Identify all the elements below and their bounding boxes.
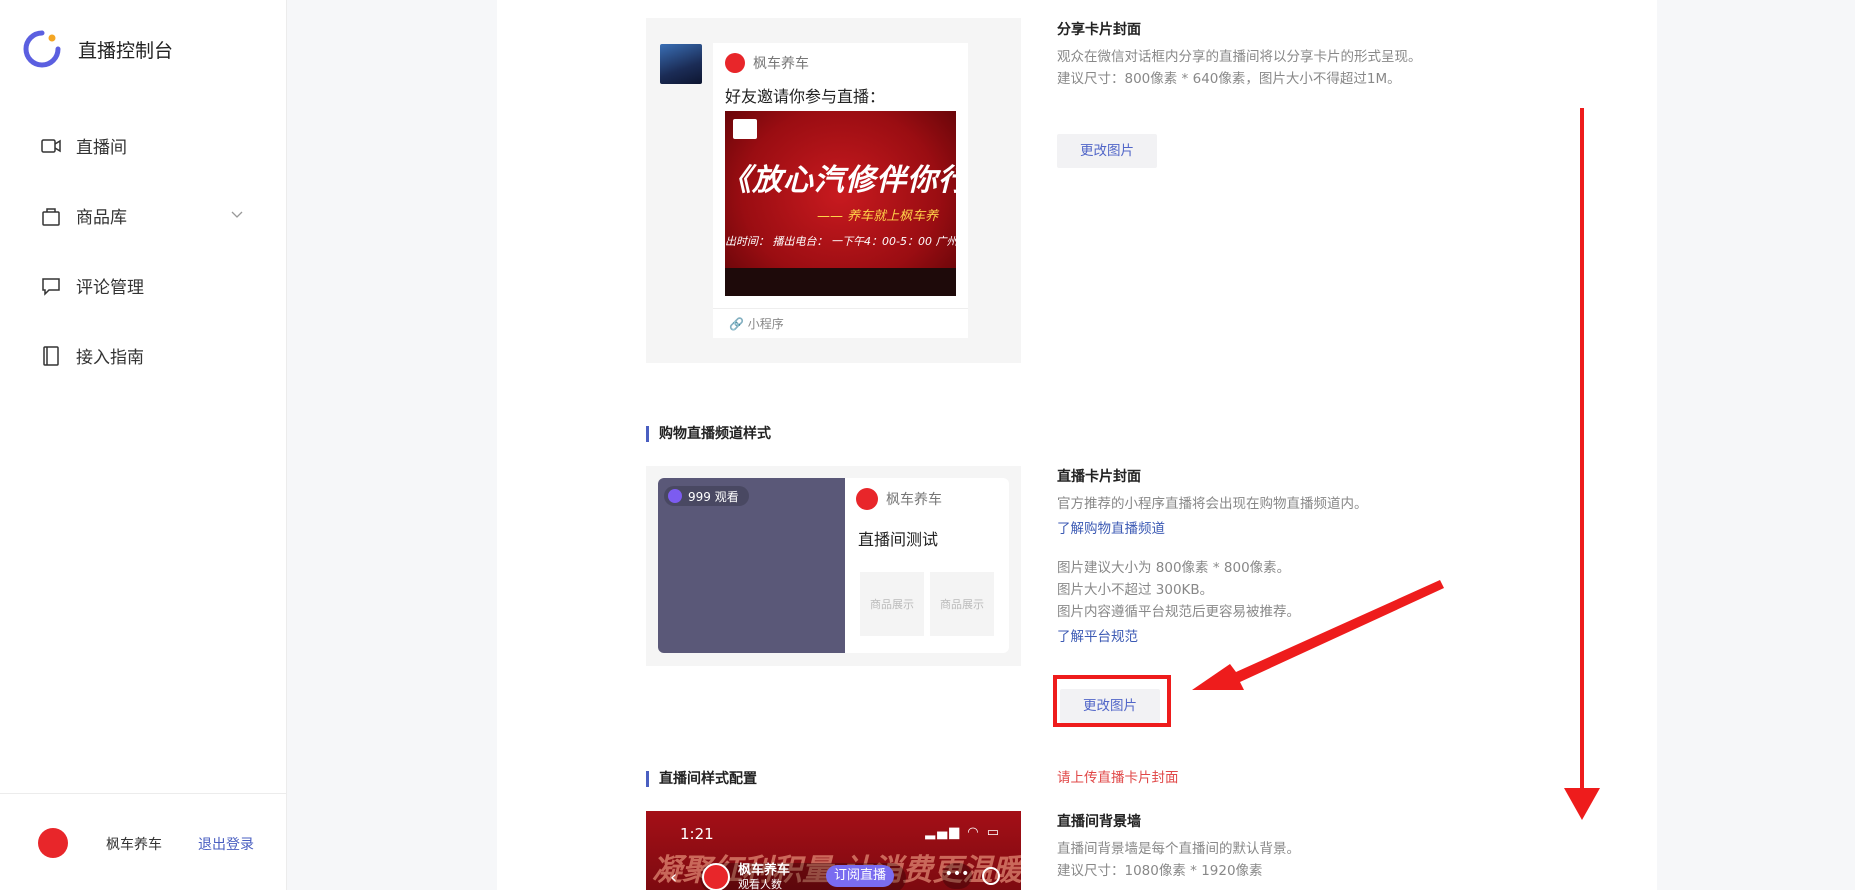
error-message: 请上传直播卡片封面: [1057, 770, 1179, 786]
change-share-image-button[interactable]: 更改图片: [1057, 134, 1157, 168]
share-cover-title: 分享卡片封面: [1057, 22, 1141, 38]
shop-logo-icon: [725, 53, 745, 73]
room-thumbnail: [660, 44, 702, 84]
goods-placeholder: 商品展示: [930, 572, 994, 636]
room-section-title: 直播间样式配置: [646, 771, 757, 787]
annotation-highlight-box: [1053, 675, 1171, 727]
channel-shop: 枫车养车: [856, 488, 942, 510]
sidebar-footer: 枫车养车 退出登录: [0, 793, 287, 890]
poster-info: 出时间： 播出电台： 一下午4：00-5：00 广州交通电台FM10: [725, 235, 956, 248]
sidebar-item-label: 直播间: [76, 138, 127, 158]
back-icon[interactable]: ‹: [670, 867, 677, 888]
viewer-count-badge: 999 观看: [664, 486, 749, 506]
live-icon: [668, 489, 682, 503]
account-name: 枫车养车: [106, 837, 162, 853]
avatar[interactable]: [38, 828, 68, 858]
cover-rules: 图片建议大小为 800像素 * 800像素。 图片大小不超过 300KB。 图片…: [1057, 560, 1300, 620]
goods-placeholder: 商品展示: [860, 572, 924, 636]
close-icon[interactable]: [982, 867, 1000, 885]
learn-channel-link[interactable]: 了解购物直播频道: [1057, 517, 1165, 537]
sidebar-item-goods[interactable]: 商品库: [40, 203, 127, 228]
sidebar-item-label: 商品库: [76, 208, 127, 228]
bg-wall-title: 直播间背景墙: [1057, 814, 1141, 830]
cover-poster: 《放心汽修伴你行》 —— 养车就上枫车养 出时间： 播出电台： 一下午4：00-…: [725, 111, 956, 296]
main-panel: 枫车养车 好友邀请你参与直播： 《放心汽修伴你行》 —— 养车就上枫车养 出时间…: [497, 0, 1657, 890]
link-icon: 🔗: [729, 317, 748, 331]
bg-wall-desc: 直播间背景墙是每个直播间的默认背景。 建议尺寸：1080像素 * 1920像素: [1057, 841, 1300, 879]
invite-text: 好友邀请你参与直播：: [725, 87, 886, 106]
room-background-preview: 凝聚红利积量 让消费更温暖 1:21 ▂▄▆ ◠ ▭ ‹ 枫车养车 观看人数 订…: [646, 811, 1021, 890]
sidebar: 直播控制台 直播间 商品库 评论管理 接入指南 枫车养车 退出登录: [0, 0, 287, 890]
sidebar-item-live-room[interactable]: 直播间: [40, 133, 127, 158]
channel-card-preview: 999 观看 枫车养车 直播间测试 商品展示 商品展示: [646, 466, 1021, 666]
subscribe-button[interactable]: 订阅直播: [826, 865, 895, 887]
poster-sponsor-strip: [725, 268, 956, 296]
chevron-down-icon[interactable]: [230, 208, 244, 222]
channel-section-title: 购物直播频道样式: [646, 426, 771, 442]
sidebar-item-label: 接入指南: [76, 348, 144, 368]
channel-card: 999 观看 枫车养车 直播间测试 商品展示 商品展示: [658, 478, 1009, 653]
sidebar-item-guide[interactable]: 接入指南: [40, 343, 144, 368]
book-icon: [43, 345, 59, 366]
share-card: 枫车养车 好友邀请你参与直播： 《放心汽修伴你行》 —— 养车就上枫车养 出时间…: [713, 43, 968, 338]
status-time: 1:21: [680, 825, 714, 843]
more-icon[interactable]: •••: [942, 863, 972, 889]
share-shop: 枫车养车: [725, 53, 809, 73]
poster-subtitle: —— 养车就上枫车养: [817, 209, 939, 224]
sidebar-item-comments[interactable]: 评论管理: [40, 273, 144, 298]
logout-link[interactable]: 退出登录: [198, 834, 254, 854]
sidebar-item-label: 评论管理: [76, 278, 144, 298]
mini-program-label: 🔗 小程序: [713, 308, 968, 338]
console-logo-icon: [23, 30, 61, 68]
host-viewers: 观看人数: [738, 878, 782, 890]
poster-title: 《放心汽修伴你行》: [725, 163, 956, 198]
video-camera-icon: [41, 138, 61, 153]
live-cover-desc: 官方推荐的小程序直播将会出现在购物直播频道内。: [1057, 496, 1368, 512]
share-card-preview: 枫车养车 好友邀请你参与直播： 《放心汽修伴你行》 —— 养车就上枫车养 出时间…: [646, 18, 1021, 363]
share-cover-desc: 观众在微信对话框内分享的直播间将以分享卡片的形式呈现。 建议尺寸：800像素 *…: [1057, 49, 1422, 87]
shop-logo-icon: [856, 488, 878, 510]
live-cover-title: 直播卡片封面: [1057, 469, 1141, 485]
channel-video-thumbnail: 999 观看: [658, 478, 845, 653]
shop-name: 枫车养车: [753, 56, 809, 72]
status-icons: ▂▄▆ ◠ ▭: [925, 825, 1001, 840]
comment-icon: [42, 277, 60, 296]
brand: 直播控制台: [22, 29, 173, 69]
shopping-bag-icon: [42, 207, 60, 226]
poster-badge: [733, 119, 757, 139]
learn-rules-link[interactable]: 了解平台规范: [1057, 625, 1138, 645]
host-avatar: [702, 863, 730, 890]
room-name: 直播间测试: [858, 530, 939, 549]
brand-title: 直播控制台: [78, 39, 174, 62]
